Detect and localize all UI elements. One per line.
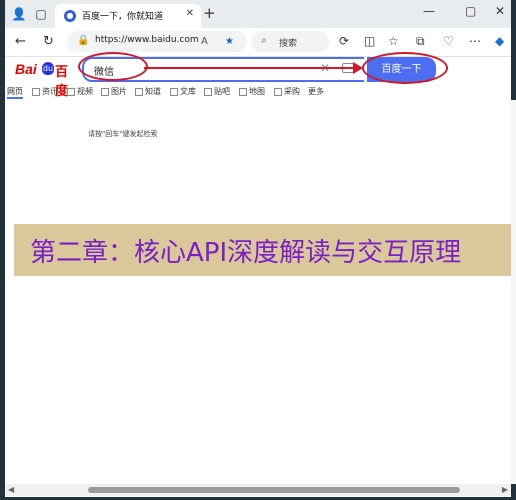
close-window-icon[interactable]: ✕ (495, 4, 505, 18)
annotation-arrow (144, 67, 356, 69)
read-aloud-icon[interactable]: A (201, 36, 208, 47)
tab-video-label: 视频 (77, 87, 93, 96)
wenku-icon (170, 87, 178, 96)
tab-news-label: 资讯 (42, 87, 58, 96)
baidu-logo[interactable]: Bai du 百度 (15, 61, 77, 99)
map-icon (239, 87, 247, 96)
favorites-icon[interactable]: ☆ (388, 34, 399, 48)
maximize-icon[interactable]: ▢ (465, 4, 476, 18)
tab-zhidao[interactable]: 知道 (135, 86, 161, 97)
lock-icon[interactable]: 🔒 (77, 35, 89, 46)
tab-tieba[interactable]: 贴吧 (204, 86, 230, 97)
annotation-circle-button (362, 52, 448, 84)
new-tab-button[interactable]: + (203, 4, 216, 22)
address-url[interactable]: https://www.baidu.com (95, 35, 199, 45)
tab-images[interactable]: 图片 (101, 86, 127, 97)
profile-icon[interactable]: 👤 (11, 6, 27, 22)
browser-search-box[interactable]: ⌕ 搜索 (251, 31, 329, 52)
search-icon: ⌕ (261, 35, 267, 46)
minimize-icon[interactable]: — (423, 4, 435, 18)
tab-images-label: 图片 (111, 87, 127, 96)
copilot-icon[interactable]: ◆ (495, 34, 504, 48)
tab-tieba-label: 贴吧 (214, 87, 230, 96)
more-menu-icon[interactable]: ⋯ (469, 34, 481, 48)
zhidao-icon (135, 87, 143, 96)
browser-essentials-icon[interactable]: ♡ (443, 34, 454, 48)
vertical-scrollbar[interactable] (511, 100, 516, 484)
navigation-bar: ← ↻ 🔒 https://www.baidu.com A ★ ⌕ 搜索 ⟳ ◫… (5, 28, 511, 57)
horizontal-scrollbar[interactable]: ◀ ▶ (5, 484, 511, 496)
tab-map-label: 地图 (249, 87, 265, 96)
scrollbar-thumb[interactable] (88, 487, 460, 493)
banner-text: 第二章：核心API深度解读与交互原理 (30, 238, 462, 268)
extensions-icon[interactable]: ⟳ (339, 34, 349, 48)
tab-wenku-label: 文库 (180, 87, 196, 96)
tab-news[interactable]: 资讯 (32, 86, 58, 97)
close-tab-icon[interactable]: ✕ (186, 8, 194, 19)
title-bar: 👤 ▢ ● 百度一下，你就知道 ✕ + — ▢ ✕ (5, 0, 511, 28)
chapter-banner: 第二章：核心API深度解读与交互原理 (14, 224, 511, 276)
refresh-icon[interactable]: ↻ (43, 34, 54, 49)
tieba-icon (204, 87, 212, 96)
search-hint: 请按"回车"键发起检索 (88, 130, 158, 138)
tab-map[interactable]: 地图 (239, 86, 265, 97)
browser-search-placeholder[interactable]: 搜索 (279, 36, 297, 49)
back-icon[interactable]: ← (15, 34, 26, 49)
video-icon (67, 87, 75, 96)
tab-wenku[interactable]: 文库 (170, 86, 196, 97)
tab-caigou[interactable]: 采购 (274, 86, 300, 97)
scroll-right-icon[interactable]: ▶ (502, 485, 508, 494)
tab-actions-icon[interactable]: ▢ (33, 6, 49, 22)
tab-title: 百度一下，你就知道 (82, 12, 164, 22)
logo-bai: Bai (15, 61, 37, 77)
browser-window: 👤 ▢ ● 百度一下，你就知道 ✕ + — ▢ ✕ ← ↻ 🔒 https://… (5, 0, 516, 497)
collections-icon[interactable]: ⧉ (416, 34, 425, 49)
annotation-circle-input (78, 52, 148, 81)
caigou-icon (274, 87, 282, 96)
baidu-paw-icon: du (42, 62, 54, 75)
scroll-left-icon[interactable]: ◀ (8, 485, 14, 494)
address-bar[interactable]: 🔒 https://www.baidu.com A ★ (67, 31, 247, 52)
tab-more[interactable]: 更多 (308, 86, 324, 97)
tab-baidu[interactable]: ● 百度一下，你就知道 ✕ (55, 4, 201, 28)
baidu-paw-icon: ● (64, 10, 76, 22)
split-screen-icon[interactable]: ◫ (364, 34, 375, 48)
tab-zhidao-label: 知道 (145, 87, 161, 96)
favorite-star-icon[interactable]: ★ (225, 36, 234, 47)
tab-video[interactable]: 视频 (67, 86, 93, 97)
tab-caigou-label: 采购 (284, 87, 300, 96)
news-icon (32, 87, 40, 96)
image-icon (101, 87, 109, 96)
tab-web[interactable]: 网页 (7, 86, 23, 99)
